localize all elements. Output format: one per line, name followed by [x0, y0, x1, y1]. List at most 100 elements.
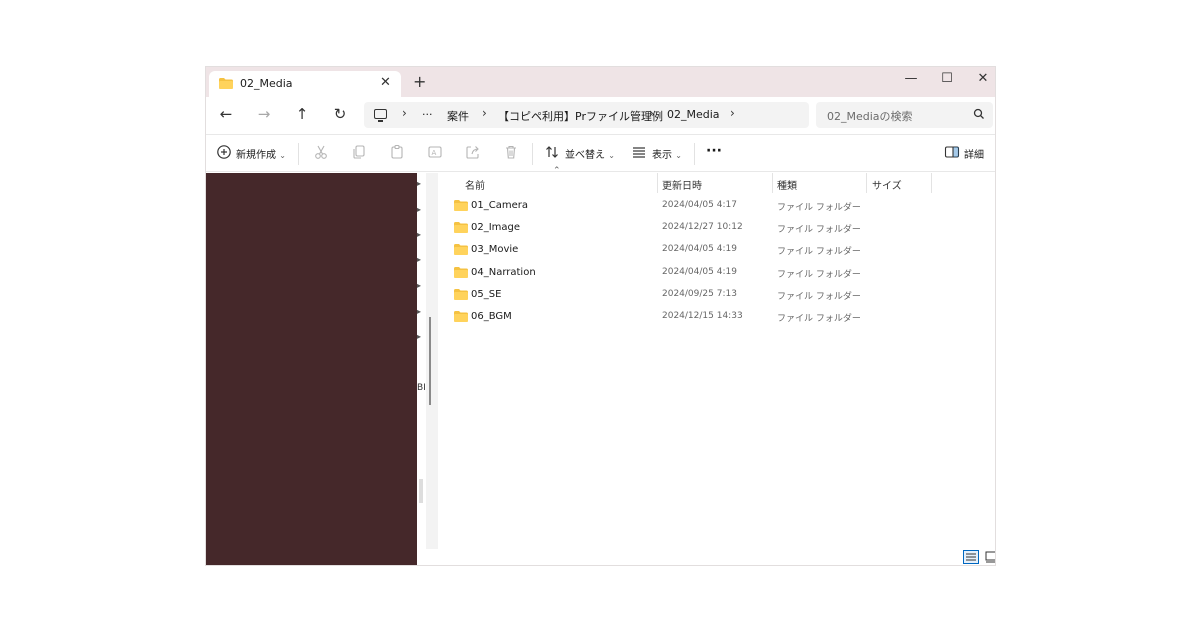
toolbar-divider: [532, 143, 533, 165]
breadcrumb-separator[interactable]: ›: [649, 106, 654, 120]
new-button[interactable]: 新規作成 ⌄: [236, 146, 286, 161]
up-button[interactable]: ↑: [292, 105, 312, 123]
forward-button[interactable]: →: [254, 105, 274, 123]
breadcrumb-separator[interactable]: ›: [402, 106, 407, 120]
table-row[interactable]: 02_Image 2024/12/27 10:12 ファイル フォルダー: [438, 217, 995, 239]
cell-date: 2024/04/05 4:19: [662, 267, 737, 277]
column-header-date[interactable]: 更新日時: [662, 177, 702, 195]
svg-text:A: A: [432, 149, 437, 157]
minimize-button[interactable]: —: [899, 69, 923, 89]
new-icon[interactable]: [216, 144, 232, 160]
folder-icon: [454, 267, 468, 278]
tab-02-media[interactable]: 02_Media ✕: [209, 71, 401, 97]
folder-icon: [454, 244, 468, 255]
pc-icon[interactable]: [374, 109, 387, 122]
breadcrumb-more[interactable]: ···: [422, 108, 433, 121]
column-divider[interactable]: [866, 173, 867, 193]
column-divider[interactable]: [772, 173, 773, 193]
cell-date: 2024/04/05 4:19: [662, 244, 737, 254]
back-button[interactable]: ←: [216, 105, 236, 123]
rename-icon[interactable]: A: [427, 144, 443, 160]
chevron-right-icon[interactable]: ▸: [417, 332, 421, 341]
breadcrumb[interactable]: › ··· 案件 › 【コピペ利用】Prファイル管理例 › 02_Media ›: [364, 102, 809, 128]
view-icon[interactable]: [631, 144, 647, 160]
close-tab-icon[interactable]: ✕: [380, 75, 391, 90]
search-icon[interactable]: [973, 108, 985, 120]
column-divider[interactable]: [931, 173, 932, 193]
table-row[interactable]: 05_SE 2024/09/25 7:13 ファイル フォルダー: [438, 284, 995, 306]
cell-name: 06_BGM: [471, 311, 512, 322]
cell-type: ファイル フォルダー: [777, 270, 861, 280]
cell-name: 02_Image: [471, 222, 521, 233]
cut-icon[interactable]: [313, 144, 329, 160]
chevron-down-icon: ⌄: [608, 151, 615, 160]
cell-type: ファイル フォルダー: [777, 292, 861, 302]
chevron-right-icon[interactable]: ▸: [417, 179, 421, 188]
refresh-button[interactable]: ↻: [330, 105, 350, 123]
cell-date: 2024/12/15 14:33: [662, 311, 743, 321]
chevron-right-icon[interactable]: ▸: [417, 230, 421, 239]
toolbar-divider: [298, 143, 299, 165]
navigation-pane[interactable]: [206, 173, 417, 565]
table-row[interactable]: 04_Narration 2024/04/05 4:19 ファイル フォルダー: [438, 262, 995, 284]
paste-icon[interactable]: [389, 144, 405, 160]
cell-date: 2024/12/27 10:12: [662, 222, 743, 232]
view-button[interactable]: 表示 ⌄: [652, 146, 682, 161]
breadcrumb-separator[interactable]: ›: [730, 106, 735, 120]
column-header-size[interactable]: サイズ: [872, 177, 902, 195]
table-row[interactable]: 01_Camera 2024/04/05 4:17 ファイル フォルダー: [438, 195, 995, 217]
navigation-scrollbar[interactable]: [429, 317, 431, 405]
title-bar: 02_Media ✕ + — ☐ ✕: [206, 67, 995, 97]
new-label: 新規作成: [236, 150, 276, 161]
navigation-item-truncated[interactable]: BI: [417, 383, 426, 393]
search-input[interactable]: 02_Mediaの検索: [816, 102, 993, 128]
column-header-type[interactable]: 種類: [777, 177, 797, 195]
chevron-down-icon: ⌄: [675, 151, 682, 160]
breadcrumb-item-anken[interactable]: 案件: [447, 108, 469, 124]
details-pane-icon[interactable]: [944, 144, 960, 160]
toolbar-divider: [694, 143, 695, 165]
new-tab-icon[interactable]: +: [413, 72, 426, 91]
folder-icon: [454, 289, 468, 300]
cell-type: ファイル フォルダー: [777, 247, 861, 257]
details-view-icon[interactable]: [963, 550, 979, 564]
table-row[interactable]: 06_BGM 2024/12/15 14:33 ファイル フォルダー: [438, 306, 995, 328]
chevron-right-icon[interactable]: ▸: [417, 281, 421, 290]
sort-icon[interactable]: [544, 144, 560, 160]
tab-title: 02_Media: [240, 77, 293, 90]
delete-icon[interactable]: [503, 144, 519, 160]
cell-name: 05_SE: [471, 289, 502, 300]
sort-button[interactable]: 並べ替え ⌄: [565, 146, 615, 161]
more-options-button[interactable]: ···: [706, 143, 722, 159]
copy-icon[interactable]: [351, 144, 367, 160]
breadcrumb-separator[interactable]: ›: [482, 106, 487, 120]
cell-name: 01_Camera: [471, 200, 528, 211]
maximize-button[interactable]: ☐: [935, 69, 959, 89]
chevron-right-icon[interactable]: ▸: [417, 205, 421, 214]
search-placeholder: 02_Mediaの検索: [827, 110, 913, 123]
close-window-button[interactable]: ✕: [971, 69, 995, 89]
cell-type: ファイル フォルダー: [777, 314, 861, 324]
pane-divider[interactable]: [426, 173, 438, 549]
details-button[interactable]: 詳細: [964, 146, 984, 161]
chevron-right-icon[interactable]: ▸: [417, 255, 421, 264]
sort-label: 並べ替え: [565, 150, 605, 161]
breadcrumb-item-media[interactable]: 02_Media: [667, 108, 720, 121]
breadcrumb-item-project[interactable]: 【コピペ利用】Prファイル管理例: [498, 108, 663, 124]
cell-type: ファイル フォルダー: [777, 203, 861, 213]
folder-icon: [219, 78, 233, 89]
column-header-name[interactable]: 名前: [465, 177, 485, 195]
cell-name: 03_Movie: [471, 244, 519, 255]
navigation-item-highlight: [419, 479, 423, 503]
column-divider[interactable]: [657, 173, 658, 193]
cell-type: ファイル フォルダー: [777, 225, 861, 235]
share-icon[interactable]: [465, 144, 481, 160]
folder-icon: [454, 200, 468, 211]
large-icons-view-icon[interactable]: [983, 550, 996, 564]
view-label: 表示: [652, 150, 672, 161]
file-explorer-window: 02_Media ✕ + — ☐ ✕ ← → ↑ ↻ › ··· 案件 › 【コ…: [205, 66, 996, 566]
chevron-right-icon[interactable]: ▸: [417, 307, 421, 316]
cell-name: 04_Narration: [471, 267, 536, 278]
table-row[interactable]: 03_Movie 2024/04/05 4:19 ファイル フォルダー: [438, 239, 995, 261]
address-bar: ← → ↑ ↻ › ··· 案件 › 【コピペ利用】Prファイル管理例 › 02…: [206, 97, 995, 133]
